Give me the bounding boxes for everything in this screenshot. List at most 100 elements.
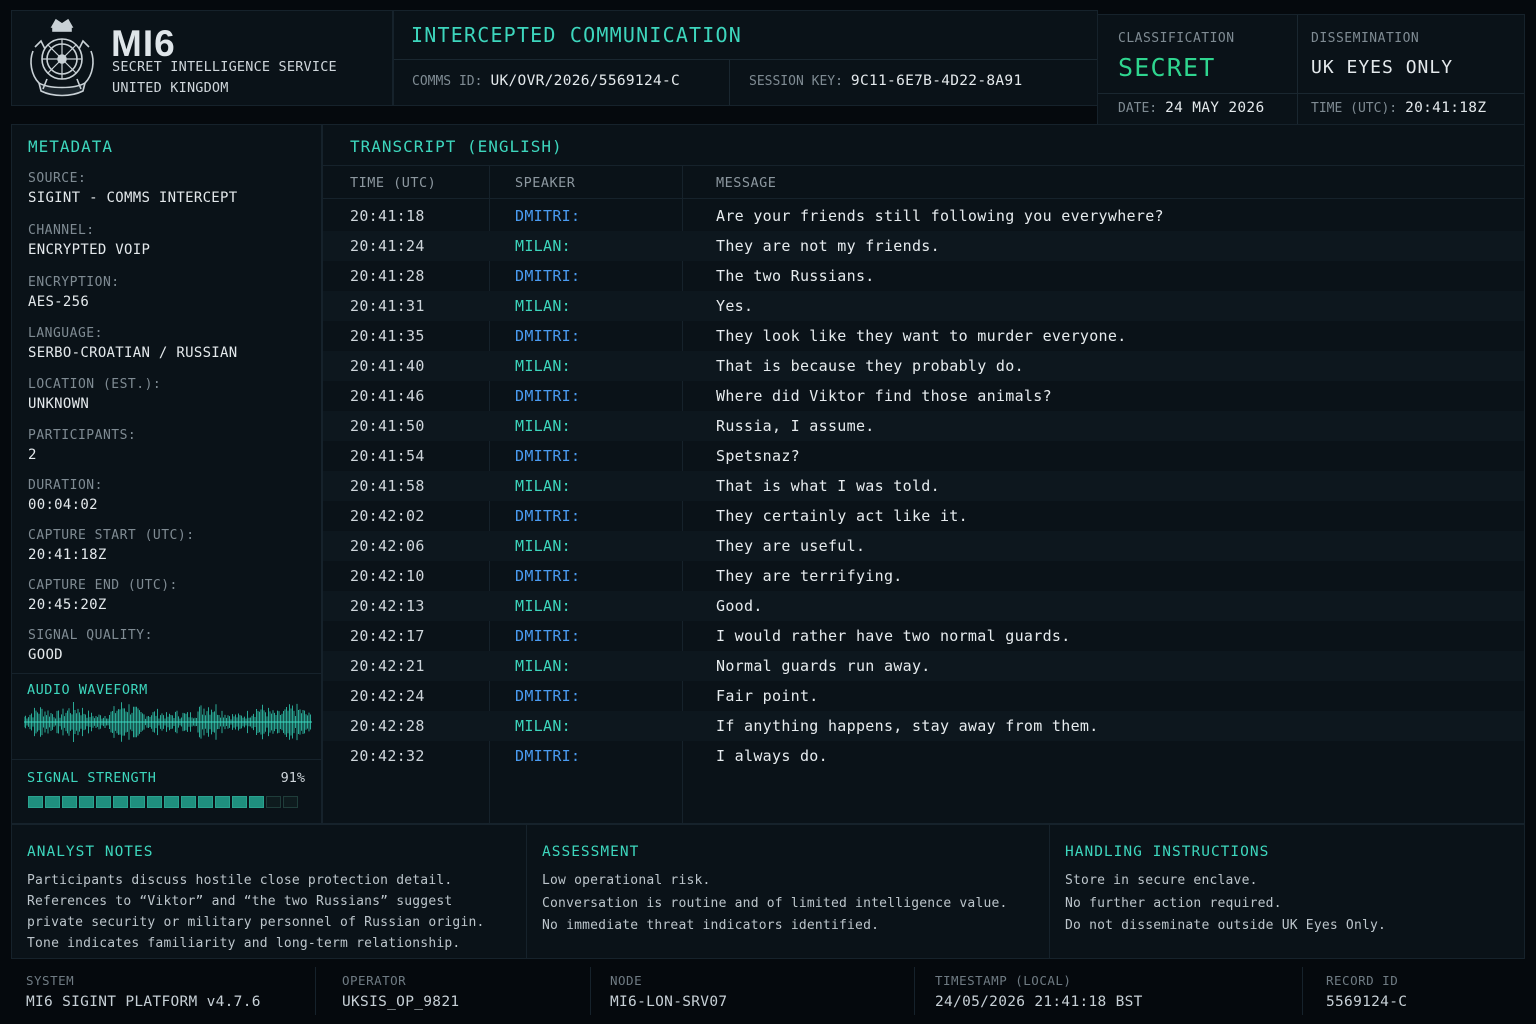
brand-panel: MI6 SECRET INTELLIGENCE SERVICE UNITED K… (11, 10, 393, 106)
time-field: TIME (UTC): 20:41:18Z (1311, 100, 1486, 116)
transcript-time: 20:41:54 (350, 447, 425, 465)
footer-value: 24/05/2026 21:41:18 BST (935, 994, 1143, 1010)
footer-label: TIMESTAMP (LOCAL) (935, 973, 1072, 988)
audio-waveform-graphic (24, 702, 312, 742)
transcript-speaker: DMITRI: (515, 627, 581, 645)
footer-timestamp: TIMESTAMP (LOCAL) 24/05/2026 21:41:18 BS… (935, 973, 1143, 1010)
meta-duration: DURATION: 00:04:02 (28, 478, 103, 513)
handling-line: Store in secure enclave. (1065, 873, 1258, 888)
transcript-message: The two Russians. (716, 267, 875, 285)
session-key-field: SESSION KEY: 9C11-6E7B-4D22-8A91 (749, 73, 1023, 89)
meta-label: CAPTURE START (UTC): (28, 528, 195, 543)
meta-label: LOCATION (EST.): (28, 377, 162, 392)
divider (1098, 93, 1524, 94)
meta-label: SOURCE: (28, 171, 87, 186)
session-key-label: SESSION KEY: (749, 74, 843, 89)
signal-segment (198, 796, 213, 808)
assessment-line: Low operational risk. (542, 873, 711, 888)
footer-value: MI6 SIGINT PLATFORM v4.7.6 (26, 994, 261, 1010)
meta-value: SERBO-CROATIAN / RUSSIAN (28, 345, 238, 361)
analyst-note-line: private security or military personnel o… (27, 915, 485, 930)
column-header-message: MESSAGE (716, 175, 777, 191)
transcript-row: 20:42:17 DMITRI: I would rather have two n… (323, 621, 1524, 651)
footer-label: NODE (610, 973, 643, 988)
meta-label: CHANNEL: (28, 223, 95, 238)
meta-channel: CHANNEL: ENCRYPTED VOIP (28, 223, 150, 258)
handling-instructions-title: HANDLING INSTRUCTIONS (1065, 844, 1270, 860)
transcript-row: 20:42:13 MILAN: Good. (323, 591, 1524, 621)
column-header-speaker: SPEAKER (515, 175, 576, 191)
metadata-panel: METADATA SOURCE: SIGINT - COMMS INTERCEP… (11, 124, 322, 824)
meta-value: 00:04:02 (28, 497, 98, 513)
meta-value: UNKNOWN (28, 396, 90, 412)
divider (394, 59, 1097, 60)
transcript-row: 20:41:40 MILAN: That is because they proba… (323, 351, 1524, 381)
meta-label: DURATION: (28, 478, 103, 493)
transcript-panel: TRANSCRIPT (ENGLISH) TIME (UTC) SPEAKER … (322, 124, 1525, 824)
signal-segment (79, 796, 94, 808)
signal-segment (164, 796, 179, 808)
meta-value: SIGINT - COMMS INTERCEPT (28, 190, 238, 206)
transcript-row: 20:41:18 DMITRI: Are your friends still fo… (323, 201, 1524, 231)
transcript-speaker: MILAN: (515, 417, 571, 435)
divider (914, 967, 915, 1015)
meta-value: 2 (28, 447, 37, 463)
transcript-speaker: MILAN: (515, 717, 571, 735)
transcript-message: They are not my friends. (716, 237, 940, 255)
divider (1297, 15, 1298, 124)
transcript-row: 20:42:24 DMITRI: Fair point. (323, 681, 1524, 711)
transcript-time: 20:41:31 (350, 297, 425, 315)
transcript-time: 20:41:46 (350, 387, 425, 405)
transcript-message: They are terrifying. (716, 567, 903, 585)
signal-strength-title: SIGNAL STRENGTH (27, 770, 157, 786)
transcript-speaker: MILAN: (515, 357, 571, 375)
metadata-title: METADATA (28, 137, 114, 156)
transcript-speaker: DMITRI: (515, 567, 581, 585)
transcript-row: 20:41:35 DMITRI: They look like they want … (323, 321, 1524, 351)
date-label: DATE: (1118, 101, 1158, 116)
signal-segment (113, 796, 128, 808)
footer-value: MI6-LON-SRV07 (610, 994, 728, 1010)
meta-language: LANGUAGE: SERBO-CROATIAN / RUSSIAN (28, 326, 238, 361)
meta-value: GOOD (28, 647, 63, 663)
transcript-time: 20:42:21 (350, 657, 425, 675)
transcript-time: 20:41:40 (350, 357, 425, 375)
analyst-notes-title: ANALYST NOTES (27, 844, 154, 860)
transcript-row: 20:42:02 DMITRI: They certainly act like i… (323, 501, 1524, 531)
transcript-title: TRANSCRIPT (ENGLISH) (350, 137, 563, 156)
transcript-speaker: DMITRI: (515, 387, 581, 405)
transcript-speaker: MILAN: (515, 237, 571, 255)
transcript-time: 20:41:18 (350, 207, 425, 225)
transcript-speaker: DMITRI: (515, 447, 581, 465)
signal-segment (96, 796, 111, 808)
transcript-message: Spetsnaz? (716, 447, 800, 465)
analyst-notes-body: Participants discuss hostile close prote… (27, 870, 485, 954)
transcript-message: Russia, I assume. (716, 417, 875, 435)
dissemination-label: DISSEMINATION (1311, 31, 1420, 46)
transcript-message: That is because they probably do. (716, 357, 1024, 375)
meta-label: SIGNAL QUALITY: (28, 628, 153, 643)
transcript-message: Normal guards run away. (716, 657, 931, 675)
footer-operator: OPERATOR UKSIS_OP_9821 (342, 973, 459, 1010)
meta-encryption: ENCRYPTION: AES-256 (28, 275, 120, 310)
transcript-message: That is what I was told. (716, 477, 940, 495)
transcript-rows: 20:41:18 DMITRI: Are your friends still fo… (323, 201, 1524, 771)
transcript-row: 20:41:28 DMITRI: The two Russians. (323, 261, 1524, 291)
signal-segment (266, 796, 281, 808)
status-footer: SYSTEM MI6 SIGINT PLATFORM v4.7.6 OPERAT… (0, 959, 1536, 1024)
transcript-time: 20:42:06 (350, 537, 425, 555)
meta-value: AES-256 (28, 294, 90, 310)
time-label: TIME (UTC): (1311, 101, 1398, 116)
brand-country: UNITED KINGDOM (112, 80, 229, 96)
footer-label: RECORD ID (1326, 973, 1399, 988)
transcript-time: 20:42:24 (350, 687, 425, 705)
signal-segment (283, 796, 298, 808)
transcript-message: I would rather have two normal guards. (716, 627, 1071, 645)
comms-id-field: COMMS ID: UK/OVR/2026/5569124-C (412, 73, 680, 89)
meta-value: 20:45:20Z (28, 597, 107, 613)
meta-source: SOURCE: SIGINT - COMMS INTERCEPT (28, 171, 238, 206)
assessment-line: No immediate threat indicators identifie… (542, 918, 880, 933)
meta-label: LANGUAGE: (28, 326, 103, 341)
meta-label: PARTICIPANTS: (28, 428, 137, 443)
meta-label: ENCRYPTION: (28, 275, 120, 290)
